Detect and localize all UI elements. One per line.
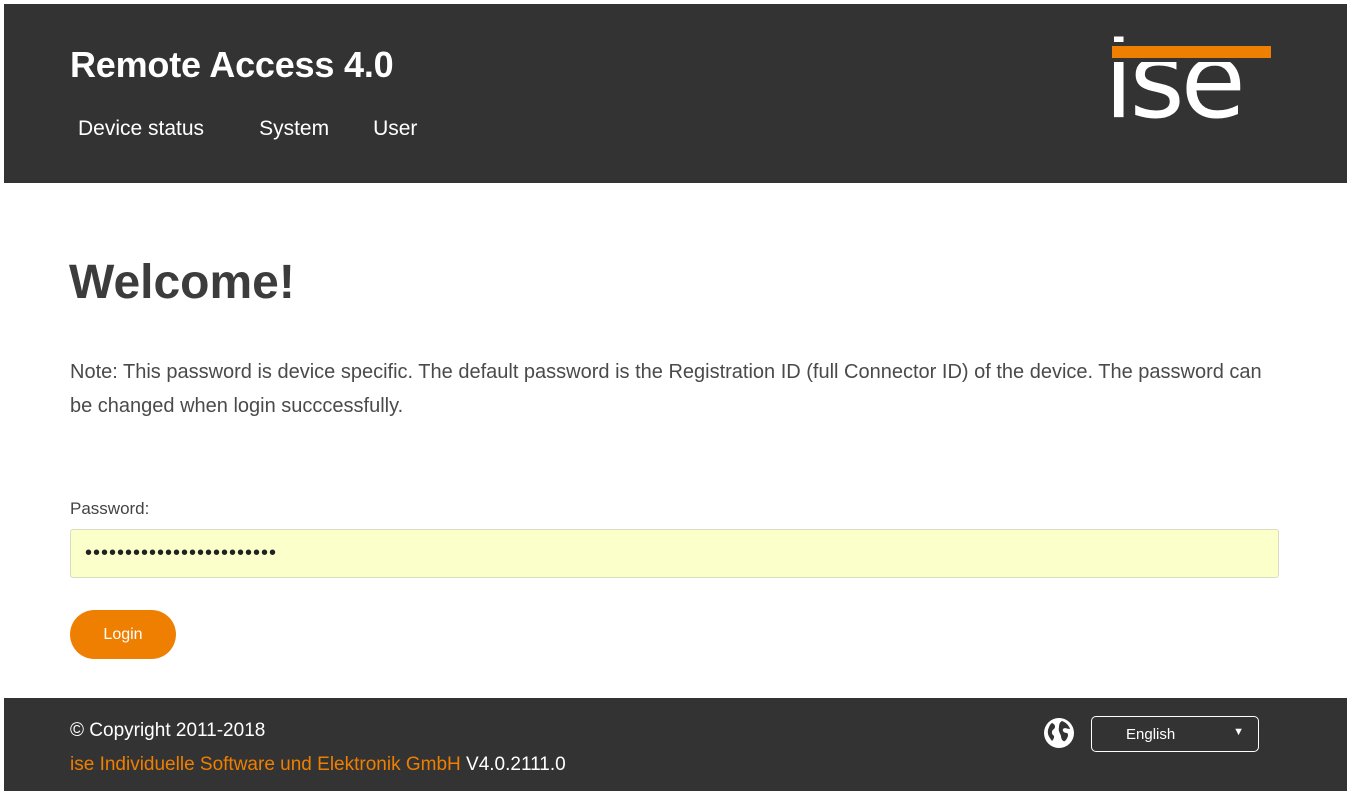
copyright-text: © Copyright 2011-2018	[70, 720, 266, 741]
header-bar: Remote Access 4.0 Device status System U…	[4, 4, 1347, 183]
company-line: ise Individuelle Software und Elektronik…	[70, 754, 566, 776]
globe-icon	[1044, 718, 1074, 748]
nav-system[interactable]: System	[259, 117, 329, 141]
password-note: Note: This password is device specific. …	[70, 361, 1262, 417]
triangle-down-icon: ▼	[1233, 726, 1244, 738]
page-title: Welcome!	[69, 256, 295, 309]
main-nav: Device status System User	[78, 117, 417, 141]
password-label: Password:	[70, 499, 150, 518]
app-title: Remote Access 4.0	[70, 44, 394, 85]
nav-user[interactable]: User	[373, 117, 417, 141]
ise-logo: ise	[1104, 28, 1274, 142]
version-text: V4.0.2111.0	[466, 754, 566, 775]
login-button[interactable]: Login	[70, 610, 176, 659]
nav-device-status[interactable]: Device status	[78, 117, 204, 141]
footer-bar: © Copyright 2011-2018 ise Individuelle S…	[4, 698, 1347, 791]
password-input[interactable]	[70, 529, 1279, 578]
language-value: English	[1126, 726, 1176, 743]
company-link[interactable]: ise Individuelle Software und Elektronik…	[70, 754, 461, 775]
logo-orange-bar	[1112, 46, 1271, 58]
language-select[interactable]: English ▼	[1091, 716, 1259, 752]
